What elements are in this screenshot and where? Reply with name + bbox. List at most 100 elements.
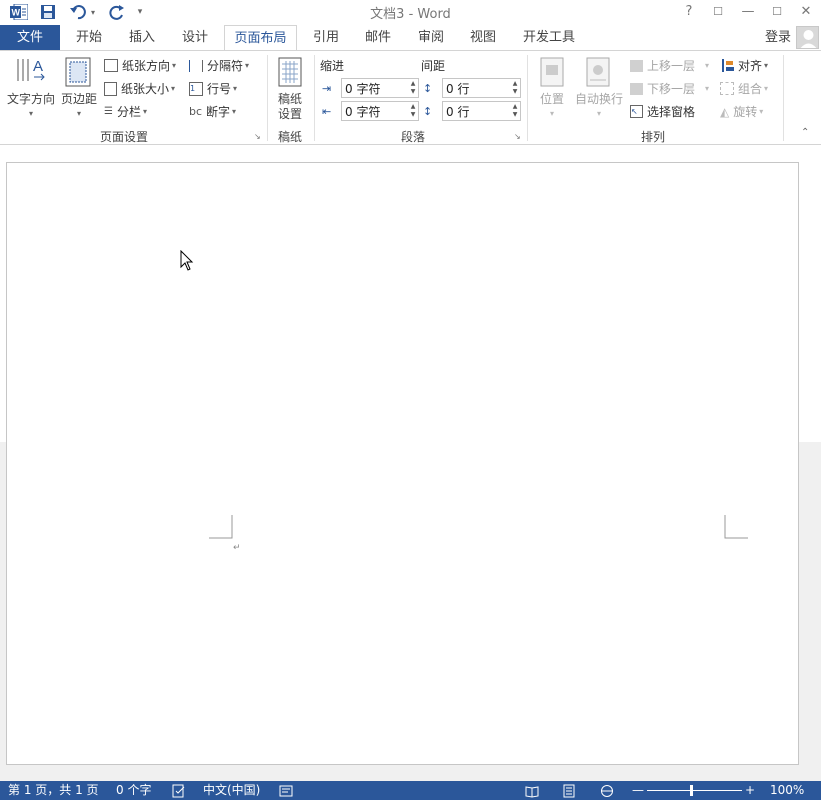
redo-icon[interactable] xyxy=(107,3,127,21)
dialog-launcher-icon[interactable]: ↘ xyxy=(254,132,263,141)
size-button[interactable]: 纸张大小 ▾ xyxy=(104,80,175,97)
indent-heading: 缩进 xyxy=(320,59,345,73)
margins-button[interactable]: 页边距 xyxy=(58,92,100,107)
position-icon xyxy=(539,57,565,87)
zoom-out-button[interactable]: — xyxy=(632,782,644,799)
spin-arrows-icon[interactable]: ▲ ▼ xyxy=(408,102,418,120)
zoom-slider[interactable] xyxy=(647,790,742,791)
page-count-status[interactable]: 第 1 页，共 1 页 xyxy=(8,782,99,799)
columns-label: 分栏 xyxy=(116,105,141,119)
tab-developer[interactable]: 开发工具 xyxy=(514,25,584,50)
bring-forward-button[interactable]: 上移一层 ▾ xyxy=(630,57,709,74)
word-app-icon[interactable]: W xyxy=(8,3,30,21)
send-backward-button[interactable]: 下移一层 ▾ xyxy=(630,80,709,97)
breaks-button[interactable]: 分隔符 ▾ xyxy=(189,57,249,74)
close-button[interactable]: ✕ xyxy=(795,2,817,22)
spacing-before-icon: ↕ xyxy=(423,82,433,95)
selection-pane-button[interactable]: ↖ 选择窗格 xyxy=(630,103,695,120)
zoom-level[interactable]: 100% xyxy=(770,782,804,799)
tab-design[interactable]: 设计 xyxy=(172,25,218,50)
avatar[interactable] xyxy=(796,26,819,49)
chevron-down-icon: ▾ xyxy=(28,109,33,118)
language-status[interactable]: 中文(中国) xyxy=(203,782,260,799)
spin-arrows-icon[interactable]: ▲ ▼ xyxy=(408,79,418,97)
spacing-before-value: 0 行 xyxy=(446,81,470,96)
text-direction-button[interactable]: 文字方向 xyxy=(5,92,57,107)
selection-pane-icon: ↖ xyxy=(630,105,643,118)
tab-references[interactable]: 引用 xyxy=(303,25,349,50)
spacing-after-icon: ↕ xyxy=(423,105,433,118)
minimize-button[interactable]: — xyxy=(737,2,759,22)
spacing-heading: 间距 xyxy=(421,59,446,73)
tab-mailings[interactable]: 邮件 xyxy=(355,25,401,50)
customize-qat-icon[interactable]: ▾ xyxy=(133,3,147,21)
tab-review[interactable]: 审阅 xyxy=(408,25,454,50)
print-layout-icon[interactable] xyxy=(562,782,576,799)
save-icon[interactable] xyxy=(37,3,59,21)
manuscript-group-label: 稿纸 xyxy=(277,130,302,144)
chevron-down-icon: ▾ xyxy=(172,61,177,70)
tab-file[interactable]: 文件 xyxy=(0,25,60,50)
size-label: 纸张大小 xyxy=(121,82,170,96)
spin-arrows-icon[interactable]: ▲ ▼ xyxy=(510,102,520,120)
text-direction-icon: A xyxy=(10,55,52,87)
indent-right-stepper[interactable]: 0 字符 ▲ ▼ xyxy=(341,101,419,121)
title-bar: W ▾ ▾ 文档3 - Word ? ☐ — ☐ ✕ xyxy=(0,0,821,24)
paper-size-icon xyxy=(104,81,117,96)
spacing-after-stepper[interactable]: 0 行 ▲ ▼ xyxy=(442,101,521,121)
dialog-launcher-icon[interactable]: ↘ xyxy=(514,132,523,141)
align-button[interactable]: 对齐 ▾ xyxy=(722,57,768,74)
zoom-slider-thumb[interactable] xyxy=(690,785,693,796)
ribbon-tab-bar: 文件 开始 插入 设计 页面布局 引用 邮件 审阅 视图 开发工具 登录 xyxy=(0,25,821,51)
spacing-after-value: 0 行 xyxy=(446,104,470,119)
chevron-down-icon: ▾ xyxy=(764,61,769,70)
document-page[interactable]: ↵ xyxy=(6,162,799,765)
orientation-button[interactable]: 纸张方向 ▾ xyxy=(104,57,176,74)
sign-in-link[interactable]: 登录 xyxy=(765,25,791,50)
proofing-icon[interactable] xyxy=(172,782,186,799)
tab-insert[interactable]: 插入 xyxy=(119,25,165,50)
chevron-down-icon: ▾ xyxy=(596,109,601,118)
indent-left-value: 0 字符 xyxy=(345,81,381,96)
zoom-in-button[interactable]: + xyxy=(745,782,755,799)
indent-left-stepper[interactable]: 0 字符 ▲ ▼ xyxy=(341,78,419,98)
web-layout-icon[interactable] xyxy=(600,782,614,799)
read-mode-icon[interactable] xyxy=(525,782,539,799)
chevron-down-icon: ▾ xyxy=(142,107,147,116)
help-icon[interactable]: ? xyxy=(678,2,700,22)
columns-icon: ☰ xyxy=(104,106,113,117)
maximize-button[interactable]: ☐ xyxy=(766,2,788,22)
columns-button[interactable]: ☰ 分栏 ▾ xyxy=(104,103,147,120)
hyphenation-button[interactable]: bc 断字 ▾ xyxy=(189,103,236,120)
collapse-ribbon-icon[interactable]: ⌃ xyxy=(801,127,809,138)
tab-home[interactable]: 开始 xyxy=(66,25,112,50)
group-divider xyxy=(783,55,784,141)
chevron-down-icon: ▾ xyxy=(705,61,710,70)
bring-forward-icon xyxy=(630,59,643,72)
document-canvas[interactable]: ↵ xyxy=(0,146,821,781)
ribbon-display-options-icon[interactable]: ☐ xyxy=(707,2,729,22)
page-setup-group-label: 页面设置 xyxy=(99,130,148,144)
manuscript-settings-button[interactable]: 稿纸 设置 xyxy=(272,92,308,122)
position-button[interactable]: 位置 xyxy=(533,92,571,107)
word-count-status[interactable]: 0 个字 xyxy=(116,782,151,799)
spacing-before-stepper[interactable]: 0 行 ▲ ▼ xyxy=(442,78,521,98)
group-button[interactable]: 组合 ▾ xyxy=(720,80,768,97)
chevron-down-icon: ▾ xyxy=(232,107,237,116)
wrap-text-button[interactable]: 自动换行 xyxy=(573,92,625,107)
paragraph-mark-icon: ↵ xyxy=(233,543,241,553)
send-backward-label: 下移一层 xyxy=(647,82,696,96)
macro-recording-icon[interactable] xyxy=(279,782,293,799)
tab-page-layout[interactable]: 页面布局 xyxy=(224,25,297,51)
align-icon xyxy=(722,59,734,72)
selection-pane-label: 选择窗格 xyxy=(647,105,696,119)
chevron-down-icon: ▾ xyxy=(549,109,554,118)
svg-text:W: W xyxy=(12,8,21,18)
line-numbers-icon: 1 xyxy=(189,81,203,96)
rotate-button[interactable]: ◭ 旋转 ▾ xyxy=(720,103,763,120)
line-numbers-button[interactable]: 1 行号 ▾ xyxy=(189,80,237,97)
undo-button[interactable]: ▾ xyxy=(66,3,98,21)
spin-arrows-icon[interactable]: ▲ ▼ xyxy=(510,79,520,97)
tab-view[interactable]: 视图 xyxy=(460,25,506,50)
user-icon xyxy=(800,30,817,48)
